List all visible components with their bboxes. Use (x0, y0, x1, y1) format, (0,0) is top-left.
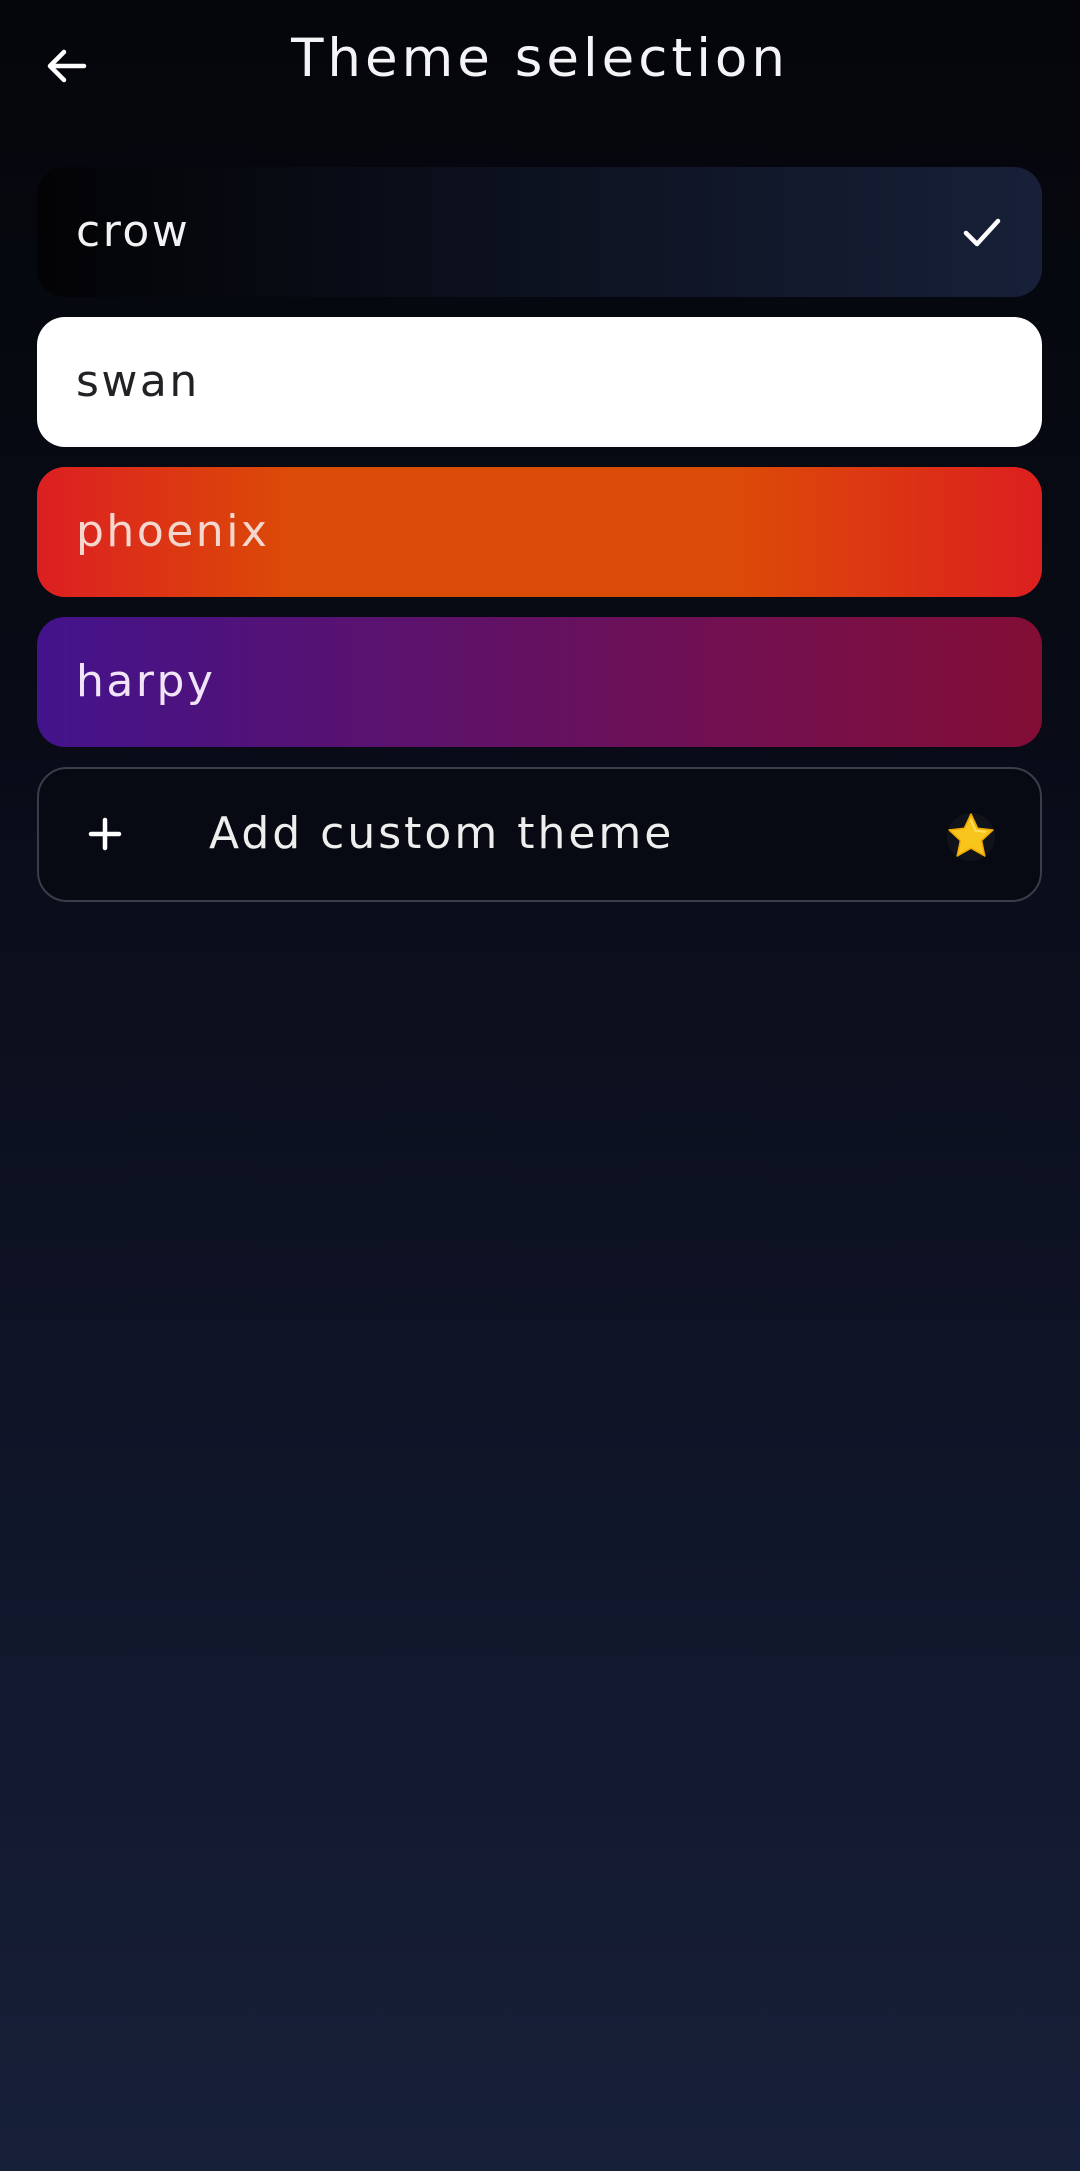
page-title: Theme selection (291, 28, 789, 89)
check-icon (963, 218, 1001, 247)
theme-label-swan: swan (76, 356, 200, 407)
theme-selection-screen: Theme selection crow swan phoenix harpy … (0, 0, 1080, 2171)
theme-label-phoenix: phoenix (76, 506, 270, 557)
theme-label-harpy: harpy (76, 656, 216, 707)
header: Theme selection (0, 0, 1080, 125)
star-icon (947, 813, 995, 861)
plus-icon (88, 817, 122, 851)
theme-option-crow[interactable]: crow (37, 167, 1042, 297)
theme-option-swan[interactable]: swan (37, 317, 1042, 447)
theme-option-harpy[interactable]: harpy (37, 617, 1042, 747)
theme-label-crow: crow (76, 206, 191, 257)
theme-list: crow swan phoenix harpy Add custom theme (37, 167, 1042, 902)
theme-option-phoenix[interactable]: phoenix (37, 467, 1042, 597)
add-custom-theme-button[interactable]: Add custom theme (37, 767, 1042, 902)
add-custom-theme-label: Add custom theme (209, 808, 675, 859)
